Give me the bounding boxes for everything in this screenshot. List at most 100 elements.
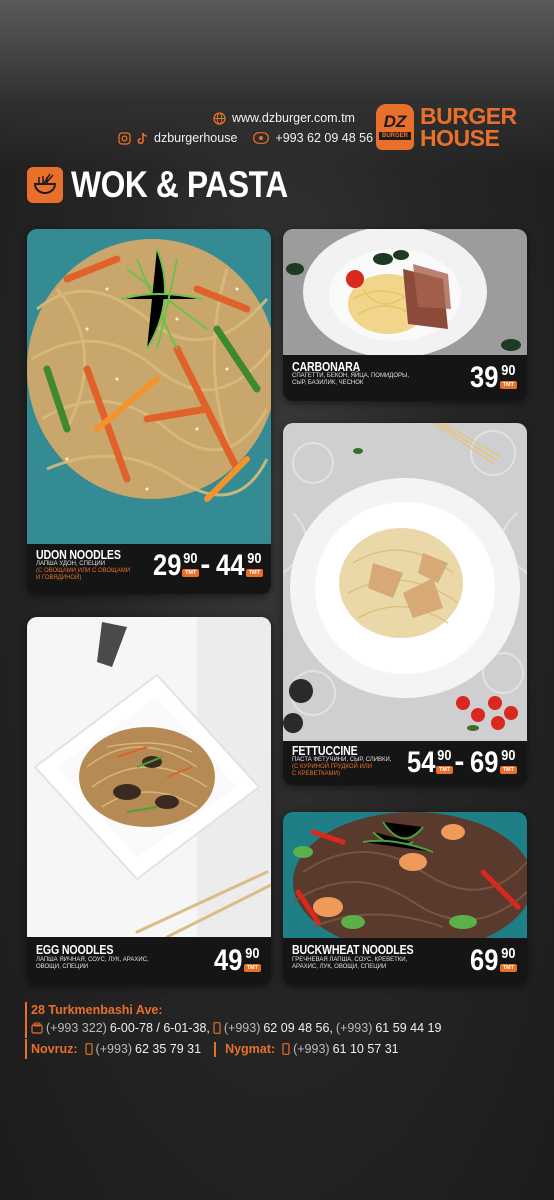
dish-name: CARBONARA bbox=[292, 360, 361, 374]
price-cents: 90 bbox=[437, 747, 452, 764]
mobile-phone-icon bbox=[84, 1043, 93, 1055]
mobile-phone-icon bbox=[213, 1022, 221, 1034]
dish-price: 69 90 ТМТ bbox=[465, 946, 517, 976]
branch-phone[interactable]: 61 10 57 31 bbox=[333, 1039, 399, 1059]
currency-badge: ТМТ bbox=[245, 569, 263, 577]
menu-card-egg-noodles[interactable]: EGG NOODLES ЛАПША ЯИЧНАЯ, СОУС, ЛУК, АРА… bbox=[27, 617, 271, 985]
dish-name: FETTUCCINE bbox=[292, 744, 358, 758]
dish-price: 54 90 ТМТ - 69 90 ТМТ bbox=[402, 745, 517, 779]
price-main: 54 bbox=[406, 746, 435, 779]
mobile-prefix: (+993) bbox=[335, 1021, 373, 1035]
price-cents: 90 bbox=[245, 945, 260, 962]
dish-name: EGG NOODLES bbox=[36, 943, 114, 957]
fettuccine-info: FETTUCCINE ПАСТА ФЕТУЧИНИ, СЫР, СЛИВКИ, … bbox=[283, 741, 527, 785]
tiktok-icon[interactable] bbox=[137, 132, 148, 145]
dish-price: 49 90 ТМТ bbox=[209, 946, 261, 976]
price-main: 49 bbox=[214, 944, 243, 977]
mobile-number[interactable]: 62 09 48 56, bbox=[263, 1018, 333, 1038]
dish-name: BUCKWHEAT NOODLES bbox=[292, 943, 414, 957]
website-link[interactable]: www.dzburger.com.tm bbox=[232, 111, 355, 125]
landline-phone-icon bbox=[31, 1022, 43, 1034]
dish-description: ЛАПША ЯИЧНАЯ, СОУС, ЛУК, АРАХИС, ОВОЩИ, … bbox=[36, 957, 149, 971]
phone-badge-icon bbox=[253, 132, 270, 144]
currency-badge: ТМТ bbox=[182, 569, 200, 577]
noodle-bowl-icon bbox=[27, 167, 63, 203]
dish-desc-line: И ГОВЯДИНОЙ) bbox=[36, 574, 82, 581]
logo-badge-sub: BURGER bbox=[378, 132, 411, 140]
price-dash: - bbox=[200, 548, 211, 581]
branch-name: Nygmat: bbox=[225, 1042, 276, 1056]
price-main: 69 bbox=[470, 746, 499, 779]
landline-number[interactable]: 6-00-78 / 6-01-38, bbox=[110, 1018, 210, 1038]
dish-description: ЛАПША УДОН, СПЕЦИИ (С ОВОЩАМИ или С ОВОЩ… bbox=[36, 561, 130, 581]
price-main: 29 bbox=[152, 549, 181, 582]
udon-photo bbox=[27, 229, 271, 544]
price-dash: - bbox=[454, 745, 465, 778]
price-cents: 90 bbox=[501, 945, 516, 962]
dish-price: 39 90 ТМТ bbox=[465, 363, 517, 393]
mobile-number[interactable]: 61 59 44 19 bbox=[375, 1018, 441, 1038]
dish-desc-line: С КРЕВЕТКАМИ) bbox=[292, 770, 340, 777]
footer-branches: Novruz: (+993) 62 35 79 31 Nygmat: (+993… bbox=[25, 1039, 441, 1059]
branch-name: Novruz: bbox=[25, 1039, 78, 1059]
dish-description: ПАСТА ФЕТУЧИНИ, СЫР, СЛИВКИ, (С КУРИНОЙ … bbox=[292, 757, 392, 777]
dish-desc-line: ЛАПША ЯИЧНАЯ, СОУС, ЛУК, АРАХИС, bbox=[36, 957, 149, 963]
currency-badge: ТМТ bbox=[499, 964, 517, 972]
social-handle[interactable]: dzburgerhouse bbox=[154, 131, 237, 145]
dish-description: ГРЕЧНЕВАЯ ЛАПША, СОУС, КРЕВЕТКИ, АРАХИС,… bbox=[292, 957, 407, 971]
price-main: 39 bbox=[470, 361, 499, 394]
dish-desc-line: ОВОЩИ, СПЕЦИИ bbox=[36, 963, 89, 970]
footer-address: 28 Turkmenbashi Ave: bbox=[25, 1002, 441, 1018]
mobile-phone-icon bbox=[282, 1043, 290, 1055]
dish-desc-line: ПАСТА ФЕТУЧИНИ, СЫР, СЛИВКИ, bbox=[292, 757, 392, 763]
price-cents: 90 bbox=[501, 747, 516, 764]
currency-badge: ТМТ bbox=[436, 766, 454, 774]
dish-desc-line: ГРЕЧНЕВАЯ ЛАПША, СОУС, КРЕВЕТКИ, bbox=[292, 957, 408, 963]
currency-badge: ТМТ bbox=[499, 381, 517, 389]
currency-badge: ТМТ bbox=[499, 766, 517, 774]
branch-prefix: (+993) bbox=[293, 1042, 330, 1056]
section-title: WOK & PASTA bbox=[71, 164, 288, 205]
brand-logo: DZ BURGER BURGER HOUSE bbox=[376, 104, 517, 150]
logo-badge-text: DZ bbox=[383, 112, 407, 131]
price-cents: 90 bbox=[247, 550, 262, 567]
menu-card-buckwheat-noodles[interactable]: BUCKWHEAT NOODLES ГРЕЧНЕВАЯ ЛАПША, СОУС,… bbox=[283, 812, 527, 985]
mobile-prefix: (+993) bbox=[223, 1021, 261, 1035]
fettuccine-photo bbox=[283, 423, 527, 741]
udon-info: UDON NOODLES ЛАПША УДОН, СПЕЦИИ (С ОВОЩА… bbox=[27, 544, 271, 594]
dish-desc-line: (С ОВОЩАМИ или С ОВОЩАМИ bbox=[36, 567, 131, 574]
branch-prefix: (+993) bbox=[95, 1042, 133, 1056]
menu-card-carbonara[interactable]: CARBONARA СПАГЕТТИ, БЕКОН, ЯЙЦА, ПОМИДОР… bbox=[283, 229, 527, 401]
price-main: 44 bbox=[216, 549, 245, 582]
landline-prefix: (+993 322) bbox=[46, 1021, 107, 1035]
globe-icon bbox=[213, 111, 226, 125]
dish-desc-line: СПАГЕТТИ, БЕКОН, ЯЙЦА, ПОМИДОРЫ, bbox=[292, 373, 409, 379]
logo-word-1: BURGER bbox=[420, 103, 517, 129]
dish-desc-line: ЛАПША УДОН, СПЕЦИИ bbox=[36, 561, 106, 567]
branch-phone[interactable]: 62 35 79 31 bbox=[135, 1039, 201, 1059]
instagram-icon[interactable] bbox=[118, 131, 131, 145]
section-header: WOK & PASTA bbox=[27, 164, 323, 206]
logo-word-2: HOUSE bbox=[420, 125, 500, 151]
logo-badge: DZ BURGER bbox=[376, 104, 414, 150]
price-cents: 90 bbox=[501, 362, 516, 379]
price-cents: 90 bbox=[183, 550, 198, 567]
footer-contacts: 28 Turkmenbashi Ave: (+993 322) 6-00-78 … bbox=[25, 1002, 441, 1059]
dish-price: 29 90 ТМТ - 44 90 ТМТ bbox=[148, 548, 263, 582]
divider bbox=[214, 1041, 217, 1057]
buckwheat-info: BUCKWHEAT NOODLES ГРЕЧНЕВАЯ ЛАПША, СОУС,… bbox=[283, 938, 527, 985]
carbonara-info: CARBONARA СПАГЕТТИ, БЕКОН, ЯЙЦА, ПОМИДОР… bbox=[283, 355, 527, 401]
contact-block: www.dzburger.com.tm dzburgerhouse +993 6… bbox=[118, 108, 373, 148]
menu-card-udon[interactable]: UDON NOODLES ЛАПША УДОН, СПЕЦИИ (С ОВОЩА… bbox=[27, 229, 271, 594]
price-main: 69 bbox=[470, 944, 499, 977]
dish-desc-line: СЫР, БАЗИЛИК, ЧЕСНОК bbox=[292, 379, 364, 386]
currency-badge: ТМТ bbox=[243, 964, 261, 972]
dish-desc-line: АРАХИС, ЛУК, ОВОЩИ, СПЕЦИИ bbox=[292, 963, 387, 970]
footer-phones-main: (+993 322) 6-00-78 / 6-01-38, (+993) 62 … bbox=[25, 1018, 441, 1038]
header-phone[interactable]: +993 62 09 48 56 bbox=[275, 131, 373, 145]
dish-name: UDON NOODLES bbox=[36, 548, 121, 562]
egg-noodles-photo bbox=[27, 617, 271, 937]
menu-card-fettuccine[interactable]: FETTUCCINE ПАСТА ФЕТУЧИНИ, СЫР, СЛИВКИ, … bbox=[283, 423, 527, 785]
dish-description: СПАГЕТТИ, БЕКОН, ЯЙЦА, ПОМИДОРЫ, СЫР, БА… bbox=[292, 373, 409, 387]
carbonara-photo bbox=[283, 229, 527, 355]
